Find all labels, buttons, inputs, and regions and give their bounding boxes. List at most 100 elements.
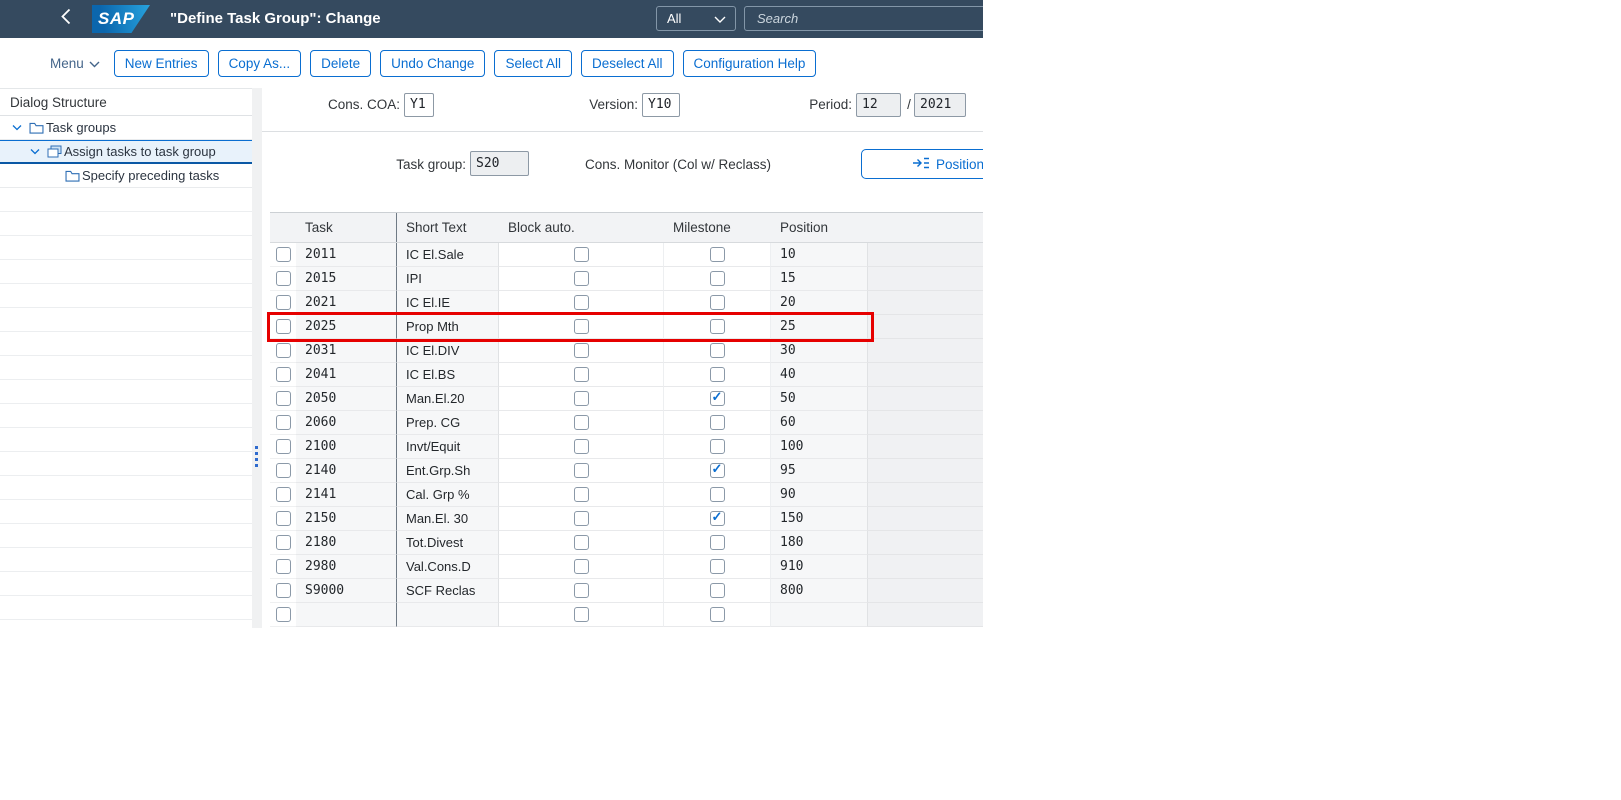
row-select-checkbox[interactable]: [275, 319, 291, 334]
position-cell[interactable]: 90: [771, 483, 868, 507]
task-group-field[interactable]: S20: [470, 151, 529, 176]
short-text-cell[interactable]: Man.El. 30: [397, 507, 499, 531]
row-select-checkbox[interactable]: [275, 559, 291, 574]
milestone-checkbox[interactable]: [709, 487, 725, 502]
short-text-cell[interactable]: Man.El.20: [397, 387, 499, 411]
milestone-checkbox[interactable]: [709, 247, 725, 262]
row-select-checkbox[interactable]: [275, 247, 291, 262]
position-cell[interactable]: 50: [771, 387, 868, 411]
short-text-cell[interactable]: Ent.Grp.Sh: [397, 459, 499, 483]
toolbar-button-configuration-help[interactable]: Configuration Help: [682, 49, 817, 77]
milestone-checkbox[interactable]: [709, 439, 725, 454]
position-cell[interactable]: 800: [771, 579, 868, 603]
period-field[interactable]: 12: [856, 93, 901, 117]
block-auto-checkbox[interactable]: [573, 319, 589, 334]
position-cell[interactable]: 95: [771, 459, 868, 483]
row-select-checkbox[interactable]: [275, 415, 291, 430]
short-text-cell[interactable]: Cal. Grp %: [397, 483, 499, 507]
position-cell[interactable]: 60: [771, 411, 868, 435]
tree-item-specify-preceding-tasks[interactable]: Specify preceding tasks: [0, 164, 252, 188]
position-cell[interactable]: 25: [771, 315, 868, 339]
short-text-cell[interactable]: IC El.BS: [397, 363, 499, 387]
column-header-milestone[interactable]: Milestone: [664, 213, 771, 242]
version-field[interactable]: Y10: [642, 93, 680, 117]
row-select-checkbox[interactable]: [275, 391, 291, 406]
task-cell[interactable]: 2015: [296, 267, 397, 291]
short-text-cell[interactable]: [397, 603, 499, 627]
position-cell[interactable]: 910: [771, 555, 868, 579]
milestone-checkbox[interactable]: [709, 295, 725, 310]
milestone-checkbox[interactable]: [709, 343, 725, 358]
short-text-cell[interactable]: SCF Reclas: [397, 579, 499, 603]
milestone-checkbox[interactable]: [709, 389, 725, 406]
position-cell[interactable]: 150: [771, 507, 868, 531]
milestone-checkbox[interactable]: [709, 583, 725, 598]
short-text-cell[interactable]: Prep. CG: [397, 411, 499, 435]
search-scope-select[interactable]: All: [656, 6, 736, 31]
row-select-checkbox[interactable]: [275, 463, 291, 478]
year-field[interactable]: 2021: [914, 93, 966, 117]
column-header-task[interactable]: Task: [296, 213, 397, 242]
column-header-block-auto[interactable]: Block auto.: [499, 213, 664, 242]
position-cell[interactable]: 180: [771, 531, 868, 555]
back-button[interactable]: [53, 0, 77, 38]
block-auto-checkbox[interactable]: [573, 583, 589, 598]
position-cell[interactable]: 100: [771, 435, 868, 459]
row-select-checkbox[interactable]: [275, 295, 291, 310]
position-cell[interactable]: 40: [771, 363, 868, 387]
milestone-checkbox[interactable]: [709, 271, 725, 286]
block-auto-checkbox[interactable]: [573, 391, 589, 406]
block-auto-checkbox[interactable]: [573, 535, 589, 550]
task-cell[interactable]: 2050: [296, 387, 397, 411]
short-text-cell[interactable]: IC El.Sale: [397, 243, 499, 267]
milestone-checkbox[interactable]: [709, 415, 725, 430]
toolbar-button-copy-as[interactable]: Copy As...: [217, 49, 302, 77]
row-select-checkbox[interactable]: [275, 607, 291, 622]
row-select-checkbox[interactable]: [275, 535, 291, 550]
milestone-checkbox[interactable]: [709, 535, 725, 550]
toolbar-button-new-entries[interactable]: New Entries: [113, 49, 209, 77]
task-cell[interactable]: 2025: [296, 315, 397, 339]
milestone-checkbox[interactable]: [709, 367, 725, 382]
short-text-cell[interactable]: Invt/Equit: [397, 435, 499, 459]
task-cell[interactable]: 2980: [296, 555, 397, 579]
row-select-checkbox[interactable]: [275, 271, 291, 286]
position-cell[interactable]: 10: [771, 243, 868, 267]
short-text-cell[interactable]: IC El.IE: [397, 291, 499, 315]
block-auto-checkbox[interactable]: [573, 271, 589, 286]
tree-expand-chevron-icon[interactable]: [8, 124, 26, 131]
short-text-cell[interactable]: Tot.Divest: [397, 531, 499, 555]
row-select-checkbox[interactable]: [275, 439, 291, 454]
tree-expand-chevron-icon[interactable]: [26, 148, 44, 155]
position-button[interactable]: Position: [861, 149, 983, 179]
block-auto-checkbox[interactable]: [573, 511, 589, 526]
task-cell[interactable]: 2031: [296, 339, 397, 363]
milestone-checkbox[interactable]: [709, 319, 725, 334]
block-auto-checkbox[interactable]: [573, 367, 589, 382]
task-cell[interactable]: [296, 603, 397, 627]
toolbar-button-deselect-all[interactable]: Deselect All: [580, 49, 674, 77]
block-auto-checkbox[interactable]: [573, 487, 589, 502]
column-header-position[interactable]: Position: [771, 213, 868, 242]
short-text-cell[interactable]: IPI: [397, 267, 499, 291]
row-select-checkbox[interactable]: [275, 367, 291, 382]
task-cell[interactable]: 2060: [296, 411, 397, 435]
position-cell[interactable]: [771, 603, 868, 627]
cons-coa-field[interactable]: Y1: [404, 93, 434, 117]
toolbar-button-undo-change[interactable]: Undo Change: [380, 49, 486, 77]
milestone-checkbox[interactable]: [709, 461, 725, 478]
task-cell[interactable]: 2140: [296, 459, 397, 483]
milestone-checkbox[interactable]: [709, 509, 725, 526]
toolbar-button-select-all[interactable]: Select All: [494, 49, 572, 77]
position-cell[interactable]: 30: [771, 339, 868, 363]
menu-button[interactable]: Menu: [50, 56, 100, 71]
task-cell[interactable]: 2141: [296, 483, 397, 507]
block-auto-checkbox[interactable]: [573, 247, 589, 262]
row-select-checkbox[interactable]: [275, 343, 291, 358]
task-cell[interactable]: 2150: [296, 507, 397, 531]
task-cell[interactable]: 2021: [296, 291, 397, 315]
row-select-checkbox[interactable]: [275, 583, 291, 598]
block-auto-checkbox[interactable]: [573, 439, 589, 454]
task-cell[interactable]: 2011: [296, 243, 397, 267]
task-cell[interactable]: S9000: [296, 579, 397, 603]
